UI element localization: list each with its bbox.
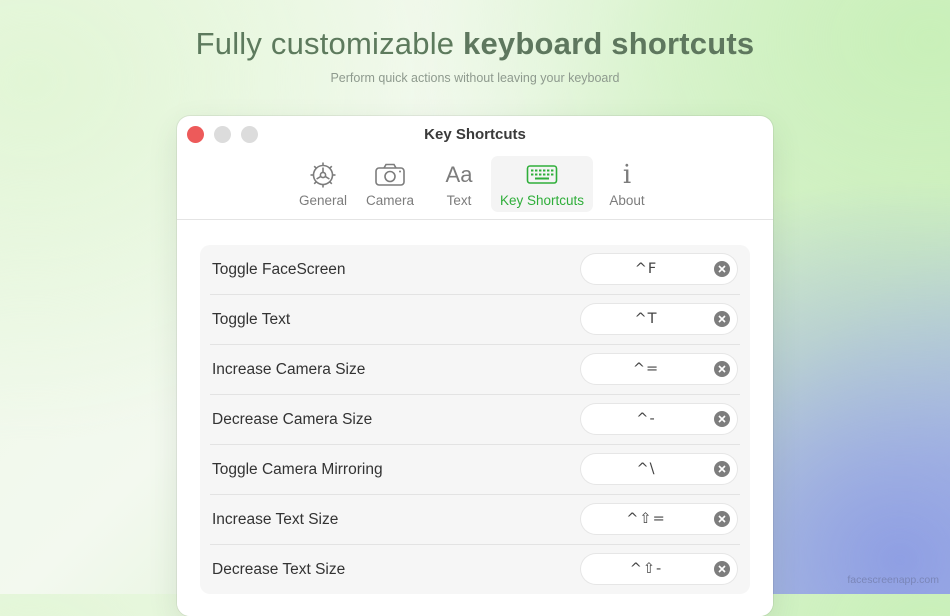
clear-shortcut-button[interactable] xyxy=(714,511,730,527)
shortcut-row-decrease-camera-size: Decrease Camera Size ^- xyxy=(210,395,740,445)
shortcut-row-decrease-text-size: Decrease Text Size ^⇧- xyxy=(210,545,740,594)
headline-bold: keyboard shortcuts xyxy=(463,26,755,61)
shortcut-action-label: Toggle FaceScreen xyxy=(212,260,346,278)
clear-x-icon xyxy=(718,315,726,323)
tab-text[interactable]: Aa Text xyxy=(435,156,483,212)
shortcut-row-toggle-camera-mirroring: Toggle Camera Mirroring ^\ xyxy=(210,445,740,495)
shortcut-row-toggle-text: Toggle Text ^T xyxy=(210,295,740,345)
tab-text-label: Text xyxy=(446,193,472,208)
preferences-window: Key Shortcuts General Camera Aa Text Key… xyxy=(177,116,773,616)
shortcut-keys: ^\ xyxy=(636,461,656,477)
shortcut-keys: ^⇧= xyxy=(626,511,666,527)
clear-x-icon xyxy=(718,415,726,423)
shortcut-action-label: Increase Camera Size xyxy=(212,360,366,378)
camera-icon xyxy=(374,160,406,190)
shortcut-action-label: Decrease Camera Size xyxy=(212,410,373,428)
shortcut-action-label: Increase Text Size xyxy=(212,510,339,528)
shortcut-action-label: Toggle Camera Mirroring xyxy=(212,460,383,478)
clear-shortcut-button[interactable] xyxy=(714,311,730,327)
headline-prefix: Fully customizable xyxy=(195,26,464,61)
tab-key-shortcuts[interactable]: Key Shortcuts xyxy=(491,156,593,212)
shortcut-keys: ^⇧- xyxy=(629,561,663,577)
tab-general-label: General xyxy=(298,193,348,208)
tab-camera-label: Camera xyxy=(365,193,414,208)
shortcut-recorder[interactable]: ^= xyxy=(581,354,737,384)
shortcut-recorder[interactable]: ^T xyxy=(581,304,737,334)
clear-x-icon xyxy=(718,365,726,373)
shortcut-keys: ^T xyxy=(634,311,658,327)
shortcut-recorder[interactable]: ^\ xyxy=(581,454,737,484)
clear-shortcut-button[interactable] xyxy=(714,361,730,377)
keyboard-icon xyxy=(526,160,558,190)
tab-about-label: About xyxy=(609,193,645,208)
shortcut-keys: ^F xyxy=(634,261,658,277)
info-icon: i xyxy=(622,160,632,190)
text-aa-icon: Aa xyxy=(445,162,473,187)
clear-shortcut-button[interactable] xyxy=(714,261,730,277)
shortcut-recorder[interactable]: ^⇧= xyxy=(581,504,737,534)
shortcut-row-increase-text-size: Increase Text Size ^⇧= xyxy=(210,495,740,545)
subheadline: Perform quick actions without leaving yo… xyxy=(330,71,620,85)
shortcut-recorder[interactable]: ^- xyxy=(581,404,737,434)
shortcut-row-toggle-facescreen: Toggle FaceScreen ^F xyxy=(210,245,740,295)
tab-general[interactable]: General xyxy=(294,156,352,212)
watermark-url: facescreenapp.com xyxy=(847,574,939,586)
window-title: Key Shortcuts xyxy=(424,126,526,143)
shortcut-keys: ^- xyxy=(636,411,656,427)
tab-camera[interactable]: Camera xyxy=(362,156,418,212)
preferences-toolbar: General Camera Aa Text Key Shortcuts i A… xyxy=(177,154,773,220)
shortcut-row-increase-camera-size: Increase Camera Size ^= xyxy=(210,345,740,395)
shortcut-recorder[interactable]: ^⇧- xyxy=(581,554,737,584)
shortcuts-pane: Toggle FaceScreen ^F Toggle Text ^T Incr… xyxy=(177,220,773,616)
clear-x-icon xyxy=(718,515,726,523)
shortcut-recorder[interactable]: ^F xyxy=(581,254,737,284)
tab-key-shortcuts-label: Key Shortcuts xyxy=(499,193,585,208)
clear-x-icon xyxy=(718,465,726,473)
clear-shortcut-button[interactable] xyxy=(714,411,730,427)
tab-about[interactable]: i About xyxy=(603,156,651,212)
clear-x-icon xyxy=(718,265,726,273)
gear-icon xyxy=(309,160,337,190)
clear-x-icon xyxy=(718,565,726,573)
shortcuts-list: Toggle FaceScreen ^F Toggle Text ^T Incr… xyxy=(200,245,750,594)
shortcut-keys: ^= xyxy=(632,361,660,377)
clear-shortcut-button[interactable] xyxy=(714,461,730,477)
clear-shortcut-button[interactable] xyxy=(714,561,730,577)
shortcut-action-label: Toggle Text xyxy=(212,310,291,328)
shortcut-action-label: Decrease Text Size xyxy=(212,560,346,578)
headline: Fully customizable keyboard shortcuts xyxy=(0,26,950,62)
